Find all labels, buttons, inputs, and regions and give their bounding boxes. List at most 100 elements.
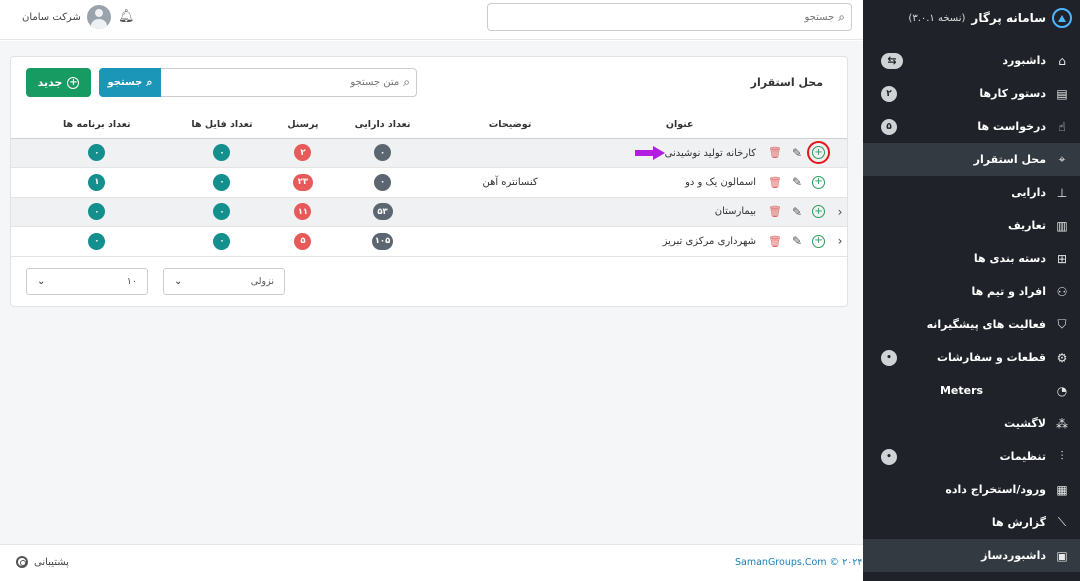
add-child-icon[interactable]: +	[812, 234, 825, 248]
sidebar-nav: ⌂ داشبورد ⇆ ▤ دستور کارها ۲ ☝ درخواست ها ۵ ⌖ مح…	[863, 44, 1080, 572]
collapse-toggle-icon[interactable]: ⇆	[881, 52, 903, 69]
sidebar-item-requests[interactable]: ☝ درخواست ها ۵	[863, 110, 1080, 143]
asset-count-badge[interactable]: ۱۰۵	[371, 232, 394, 250]
trash-icon[interactable]: 🗑︎	[768, 175, 782, 189]
edit-icon[interactable]: ✎	[790, 205, 804, 219]
search-field[interactable]: ⌕	[161, 68, 417, 97]
row-title[interactable]: شهرداری مرکزی تبریز	[599, 226, 760, 257]
row-program-count-cell: ۰	[11, 226, 183, 257]
search-icon: ⌕	[146, 75, 153, 89]
column-asset-count[interactable]: تعداد دارایی	[344, 111, 421, 139]
add-child-icon[interactable]: +	[812, 205, 825, 219]
chevron-expand-icon[interactable]: ‹	[833, 234, 847, 248]
row-asset-count-cell: ۵۳	[344, 197, 421, 227]
sidebar-item-categories[interactable]: ⊞ دسته بندی ها	[863, 242, 1080, 275]
gear-icon: ⚙	[1056, 350, 1068, 365]
program-count-badge[interactable]: ۰	[88, 203, 106, 221]
file-count-badge[interactable]: ۰	[213, 173, 231, 191]
sidebar: سامانه پرگار (نسخه ۳.۰.۱) ⌂ داشبورد ⇆ ▤ دست…	[863, 0, 1080, 581]
footer: SamanGroups.Com © ۲۰۲۴ پشتیبانی	[0, 544, 863, 581]
sidebar-item-dashboard-builder[interactable]: ▣ داشبوردساز	[863, 539, 1080, 572]
brand[interactable]: سامانه پرگار (نسخه ۳.۰.۱)	[863, 0, 1080, 36]
chevron-down-icon: ⌄	[37, 276, 46, 287]
trash-icon[interactable]: 🗑︎	[768, 146, 782, 160]
column-staff[interactable]: پرسنل	[261, 111, 345, 139]
global-search-input[interactable]	[488, 11, 835, 23]
sliders-icon: ⫶	[1060, 449, 1064, 463]
row-title[interactable]: اسمالون یک و دو	[599, 167, 760, 198]
new-button[interactable]: + جدید	[26, 68, 91, 97]
row-program-count-cell: ۰	[11, 197, 183, 227]
program-count-badge[interactable]: ۱	[88, 173, 106, 191]
copyright-link[interactable]: SamanGroups.Com © ۲۰۲۴	[735, 557, 863, 568]
support-label: پشتیبانی	[34, 556, 69, 568]
sidebar-item-dashboard[interactable]: ⌂ داشبورد ⇆	[863, 44, 1080, 77]
table-row[interactable]: ‹ + ✎ 🗑︎ شهرداری مرکزی تبریز ۱۰۵ ۵ ۰ ۰	[11, 226, 847, 257]
logo-icon	[1052, 8, 1072, 28]
route-icon: ⁂	[1056, 416, 1068, 431]
search-icon: ⌕	[838, 9, 845, 24]
table-row[interactable]: + ✎ 🗑︎ اسمالون یک و دو کنسانتره آهن ۰ ۲۳…	[11, 167, 847, 198]
chevron-down-icon: ⌄	[174, 276, 183, 287]
row-title[interactable]: کارخانه تولید نوشیدنی	[665, 148, 756, 159]
sidebar-item-preventive[interactable]: ⛉ فعالیت های پیشگیرانه	[863, 308, 1080, 341]
staff-count-badge[interactable]: ۱۱	[294, 203, 312, 221]
chart-line-icon: ⟋	[1057, 515, 1067, 529]
sidebar-item-logsheet[interactable]: ⁂ لاگشیت	[863, 407, 1080, 440]
staff-count-badge[interactable]: ۲	[294, 144, 312, 162]
column-program-count[interactable]: تعداد برنامه ها	[11, 111, 183, 139]
table-row[interactable]: ‹ + ✎ 🗑︎ بیمارستان ۵۳ ۱۱ ۰ ۰	[11, 197, 847, 227]
row-file-count-cell: ۰	[182, 226, 262, 257]
asset-count-badge[interactable]: ۰	[374, 144, 392, 162]
sidebar-item-locations[interactable]: ⌖ محل استقرار	[863, 143, 1080, 176]
sidebar-item-import-export[interactable]: ▦ ورود/استخراج داده	[863, 473, 1080, 506]
trash-icon[interactable]: 🗑︎	[768, 205, 782, 219]
row-description	[420, 138, 600, 168]
row-title-cell: کارخانه تولید نوشیدنی	[599, 138, 760, 168]
sort-select[interactable]: نزولی ⌄	[163, 268, 285, 295]
plus-icon: +	[67, 76, 80, 89]
trash-icon[interactable]: 🗑︎	[768, 234, 782, 248]
file-count-badge[interactable]: ۰	[213, 232, 231, 250]
sidebar-item-people-teams[interactable]: ⚇ افراد و تیم ها	[863, 275, 1080, 308]
global-search[interactable]: ⌕	[487, 3, 852, 31]
asset-count-badge[interactable]: ۰	[374, 173, 392, 191]
column-title[interactable]: عنوان	[599, 111, 760, 139]
column-file-count[interactable]: تعداد فایل ها	[182, 111, 262, 139]
sidebar-item-assets[interactable]: ⊥ دارایی	[863, 176, 1080, 209]
add-child-icon[interactable]: +	[812, 175, 825, 189]
edit-icon[interactable]: ✎	[790, 234, 804, 248]
search-button[interactable]: ⌕ جستجو	[99, 68, 161, 97]
add-child-icon[interactable]: +	[807, 141, 830, 165]
sidebar-item-meters[interactable]: ◔ Meters	[863, 374, 1080, 407]
program-count-badge[interactable]: ۰	[88, 232, 106, 250]
user-menu[interactable]: شرکت سامان	[22, 5, 111, 29]
sidebar-item-work-orders[interactable]: ▤ دستور کارها ۲	[863, 77, 1080, 110]
column-description[interactable]: توضیحات	[420, 111, 600, 139]
table-row[interactable]: + ✎ 🗑︎ کارخانه تولید نوشیدنی ۰ ۲ ۰ ۰	[11, 138, 847, 168]
book-icon: ▥	[1056, 218, 1068, 233]
file-count-badge[interactable]: ۰	[213, 144, 231, 162]
sidebar-item-reports[interactable]: ⟋ گزارش ها	[863, 506, 1080, 539]
support-link[interactable]: پشتیبانی	[16, 556, 69, 568]
books-icon: ▦	[1056, 482, 1068, 497]
chevron-expand-icon[interactable]: ‹	[833, 205, 847, 219]
layout-icon: ▣	[1056, 548, 1068, 563]
sidebar-item-definitions[interactable]: ▥ تعاریف	[863, 209, 1080, 242]
row-file-count-cell: ۰	[182, 197, 262, 227]
edit-icon[interactable]: ✎	[790, 146, 804, 160]
sidebar-item-label: درخواست ها	[977, 120, 1046, 133]
program-count-badge[interactable]: ۰	[88, 144, 106, 162]
asset-count-badge[interactable]: ۵۳	[372, 203, 393, 221]
sidebar-item-settings[interactable]: ⫶ تنظیمات •	[863, 440, 1080, 473]
sidebar-item-parts-orders[interactable]: ⚙ قطعات و سفارشات •	[863, 341, 1080, 374]
row-title[interactable]: بیمارستان	[599, 197, 760, 227]
page-size-select[interactable]: ۱۰ ⌄	[26, 268, 148, 295]
file-count-badge[interactable]: ۰	[213, 203, 231, 221]
row-staff-cell: ۲۳	[261, 167, 345, 198]
staff-count-badge[interactable]: ۲۳	[292, 173, 313, 191]
search-input[interactable]	[161, 77, 400, 88]
edit-icon[interactable]: ✎	[790, 175, 804, 189]
bell-icon[interactable]: 🔔︎	[118, 9, 135, 24]
staff-count-badge[interactable]: ۵	[294, 232, 312, 250]
